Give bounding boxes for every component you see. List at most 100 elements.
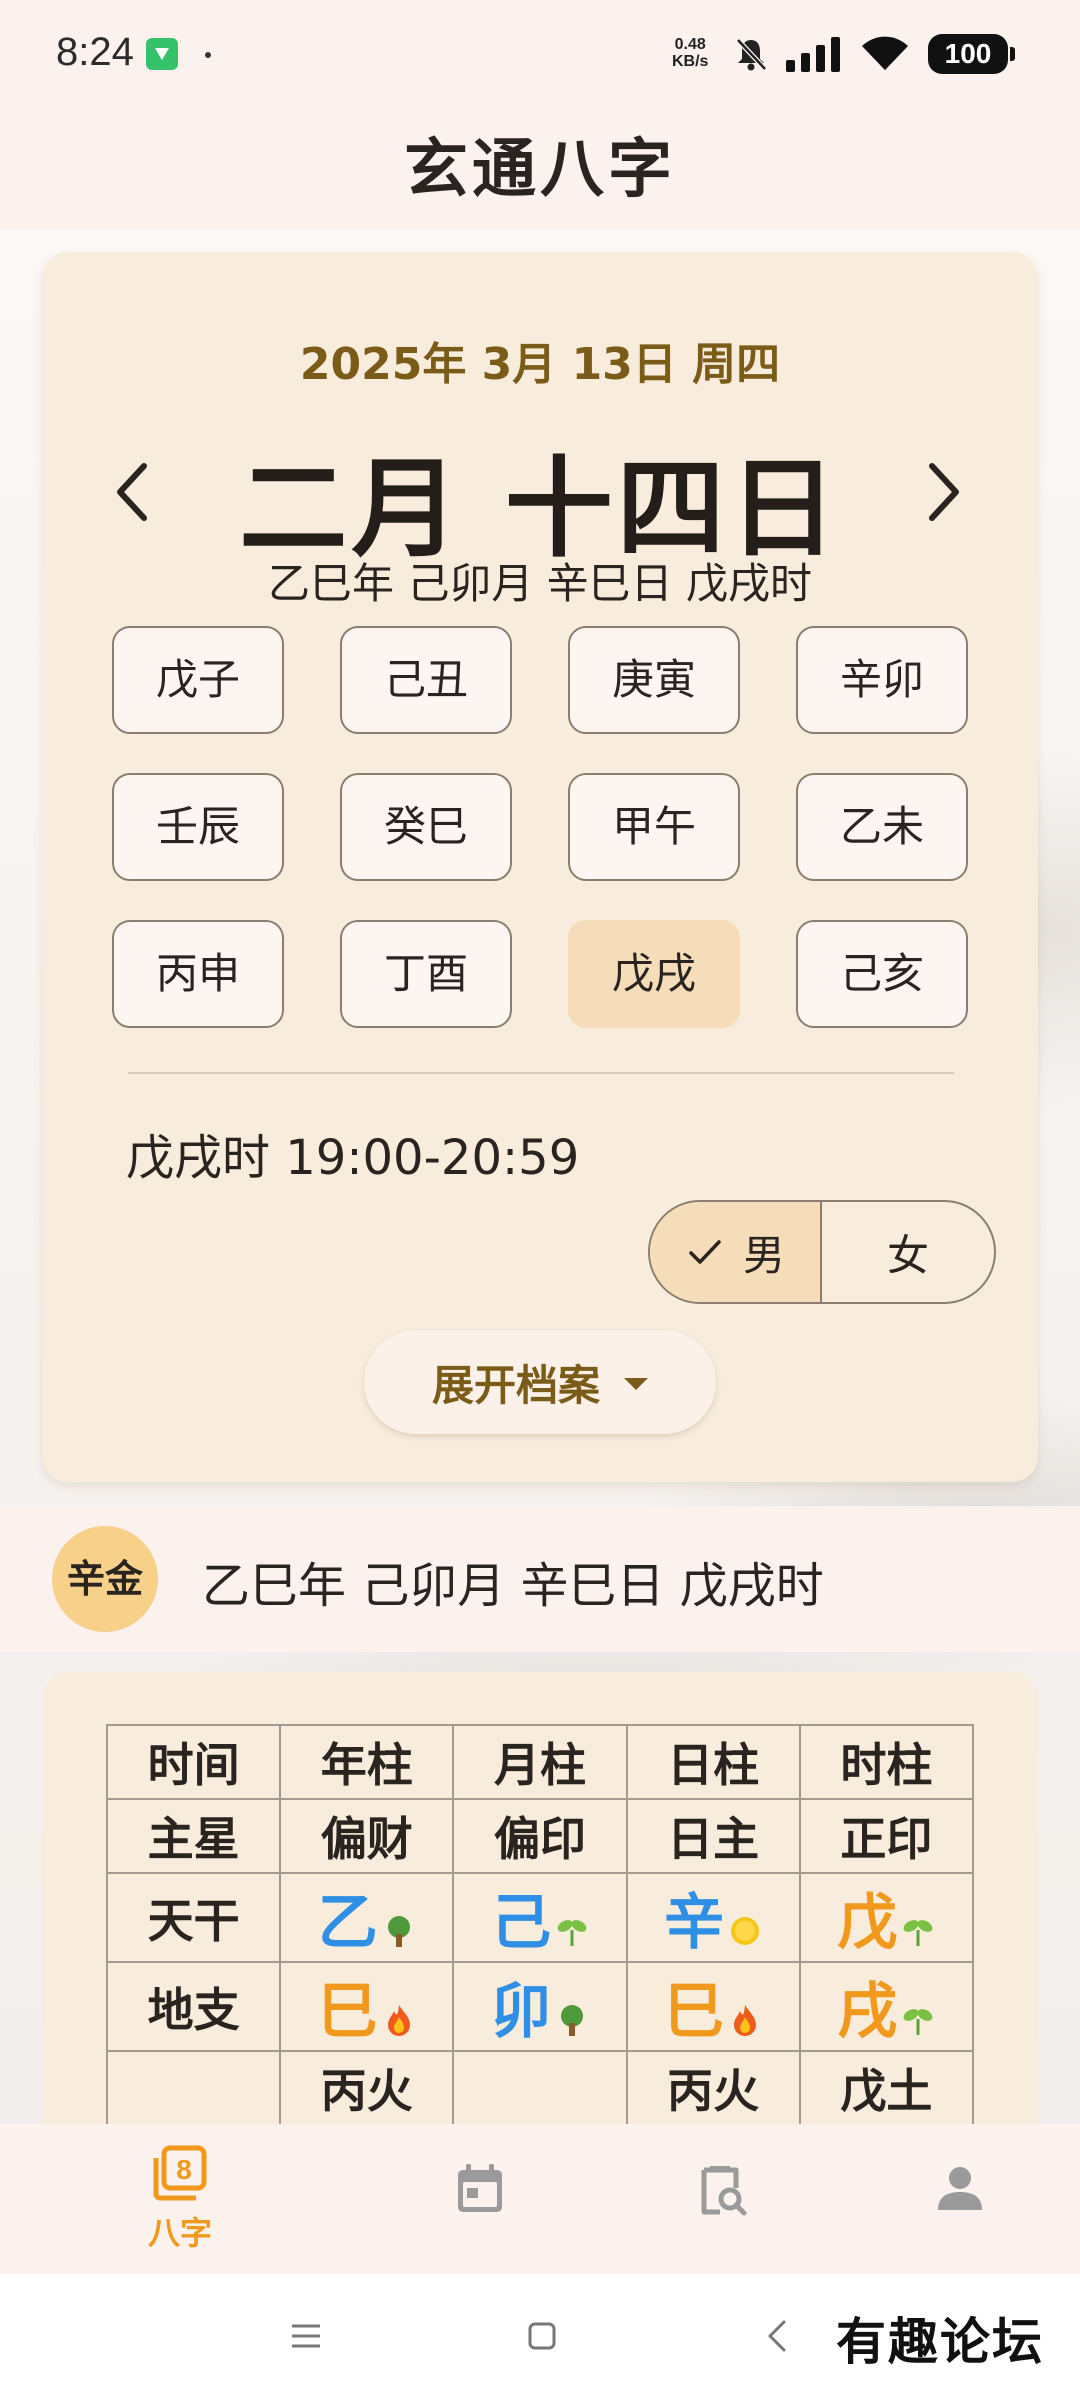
nav-item-records[interactable]	[650, 2144, 790, 2264]
gender-male-option[interactable]: 男	[650, 1202, 822, 1302]
hour-button[interactable]: 丁酉	[340, 920, 512, 1028]
table-cell: 偏财	[279, 1798, 455, 1874]
app-notification-icon	[146, 38, 178, 70]
next-day-button[interactable]	[912, 452, 972, 532]
watermark: 有趣论坛	[836, 2312, 1044, 2371]
hour-button[interactable]: 壬辰	[112, 773, 284, 881]
back-icon[interactable]	[758, 2316, 798, 2356]
hour-button[interactable]: 己亥	[796, 920, 968, 1028]
table-cell: 天干	[105, 1872, 282, 1963]
system-nav-bar: 有趣论坛	[0, 2274, 1080, 2400]
table-cell: 丙火	[625, 2050, 801, 2126]
bottom-nav: 8 八字	[0, 2124, 1080, 2274]
date-picker-card: 2025年 3月 13日 周四 二月 十四日 乙巳年 己卯月 辛巳日 戊戌时 戊…	[42, 252, 1038, 1482]
caret-down-icon	[624, 1378, 648, 1390]
check-icon	[689, 1240, 721, 1264]
seedling-icon	[904, 2008, 933, 2035]
table-cell: 年柱	[279, 1724, 455, 1800]
branch-char: 巳	[317, 1977, 378, 2047]
home-icon[interactable]	[522, 2316, 562, 2356]
tree-icon	[387, 1915, 410, 1947]
chevron-right-icon	[929, 463, 959, 521]
hour-button[interactable]: 辛卯	[796, 626, 968, 734]
hour-button[interactable]: 乙未	[796, 773, 968, 881]
table-row-hidden-stems: 丙火 丙火 戊土	[105, 2050, 975, 2126]
table-cell: 丙火	[279, 2050, 455, 2126]
hour-button[interactable]: 庚寅	[568, 626, 740, 734]
nav-item-profile[interactable]	[890, 2144, 1030, 2264]
net-speed: 0.48 KB/s	[672, 36, 708, 70]
ganzhi-line: 乙巳年 己卯月 辛巳日 戊戌时	[267, 559, 813, 608]
bazi-chart-card: 时间 年柱 月柱 日柱 时柱 主星 偏财 偏印 日主 正印 天干 乙 己 辛 戊…	[42, 1672, 1038, 2192]
hour-range: 戊戌时 19:00-20:59	[126, 1130, 580, 1186]
hour-button[interactable]: 癸巳	[340, 773, 512, 881]
table-cell	[452, 2050, 628, 2126]
seedling-icon	[904, 1919, 933, 1946]
hour-button[interactable]: 己丑	[340, 626, 512, 734]
gender-male-label: 男	[742, 1230, 785, 1280]
solar-date: 2025年 3月 13日 周四	[299, 339, 781, 390]
nav-label-bazi: 八字	[147, 2214, 212, 2252]
fire-icon	[734, 2004, 757, 2036]
fire-icon	[387, 2004, 410, 2036]
gender-toggle: 男 女	[648, 1200, 996, 1304]
table-cell: 卯	[452, 1961, 628, 2052]
clipboard-search-icon	[701, 2166, 747, 2216]
gender-female-option[interactable]: 女	[822, 1202, 994, 1302]
hour-button[interactable]: 甲午	[568, 773, 740, 881]
stem-char: 辛	[664, 1888, 725, 1958]
status-time: 8:24	[56, 30, 134, 74]
table-cell: 主星	[105, 1798, 282, 1874]
app-header: 玄通八字	[0, 110, 1080, 230]
expand-profile-button[interactable]: 展开档案	[364, 1330, 716, 1434]
app-title: 玄通八字	[404, 133, 676, 207]
summary-strip: 辛金 乙巳年 己卯月 辛巳日 戊戌时	[0, 1506, 1080, 1652]
nav-item-bazi[interactable]: 8 八字	[110, 2144, 250, 2264]
signal-icon	[786, 37, 840, 72]
table-cell: 月柱	[452, 1724, 628, 1800]
table-cell: 戊土	[798, 2050, 975, 2126]
table-cell: 戌	[798, 1961, 975, 2052]
nav-item-calendar[interactable]	[410, 2144, 550, 2264]
branch-char: 巳	[664, 1977, 725, 2047]
menu-icon[interactable]	[286, 2316, 326, 2356]
bazi-table: 时间 年柱 月柱 日柱 时柱 主星 偏财 偏印 日主 正印 天干 乙 己 辛 戊…	[105, 1724, 975, 2126]
divider	[128, 1072, 954, 1074]
svg-text:8: 8	[176, 2154, 192, 2185]
expand-profile-label: 展开档案	[431, 1360, 600, 1410]
person-icon	[938, 2167, 982, 2210]
net-speed-value: 0.48	[674, 36, 706, 53]
table-cell: 巳	[625, 1961, 801, 2052]
stem-char: 己	[490, 1888, 551, 1958]
bazi-8-icon: 8	[153, 2145, 207, 2201]
hour-button-selected[interactable]: 戊戌	[568, 920, 740, 1028]
wifi-icon	[862, 36, 908, 70]
table-row-tiangan: 天干 乙 己 辛 戊	[105, 1872, 975, 1963]
stem-char: 乙	[317, 1888, 378, 1958]
seedling-icon	[557, 1919, 587, 1946]
table-row-dizhi: 地支 巳 卯 巳 戌	[105, 1961, 975, 2052]
table-cell: 戊	[798, 1872, 975, 1963]
table-cell: 日主	[625, 1798, 801, 1874]
calendar-icon	[458, 2164, 502, 2212]
table-cell: 己	[452, 1872, 628, 1963]
stem-char: 戊	[837, 1888, 898, 1958]
bell-muted-icon	[736, 38, 767, 71]
gender-female-label: 女	[886, 1230, 929, 1280]
hour-button[interactable]: 戊子	[112, 626, 284, 734]
branch-char: 卯	[490, 1977, 551, 2047]
hour-button[interactable]: 丙申	[112, 920, 284, 1028]
net-speed-unit: KB/s	[672, 53, 709, 70]
summary-ganzhi: 乙巳年 己卯月 辛巳日 戊戌时	[202, 1558, 824, 1614]
table-cell: 正印	[798, 1798, 975, 1874]
table-cell: 日柱	[625, 1724, 801, 1800]
table-cell: 巳	[279, 1961, 455, 2052]
table-row-header: 时间 年柱 月柱 日柱 时柱	[105, 1724, 975, 1800]
sun-coin-icon	[731, 1916, 760, 1945]
table-row-main-star: 主星 偏财 偏印 日主 正印	[105, 1798, 975, 1874]
status-bar: 8:24 0.48 KB/s 100	[0, 0, 1080, 110]
table-cell: 辛	[625, 1872, 801, 1963]
tree-icon	[560, 2004, 583, 2036]
table-cell: 时柱	[798, 1724, 975, 1800]
table-cell	[105, 2050, 282, 2126]
